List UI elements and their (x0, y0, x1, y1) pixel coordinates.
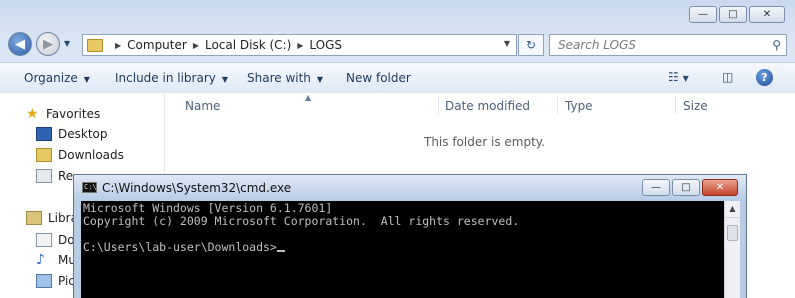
new-folder-label: New folder (346, 71, 411, 85)
chevron-down-icon: ▼ (221, 75, 229, 84)
column-divider[interactable] (675, 96, 676, 114)
refresh-button[interactable]: ↻ (518, 34, 544, 56)
new-folder-button[interactable]: New folder (346, 71, 411, 85)
sidebar-item-downloads[interactable]: Downloads (36, 148, 124, 162)
include-in-library-label: Include in library (115, 71, 216, 85)
share-with-button[interactable]: Share with ▼ (247, 71, 323, 85)
command-bar: Organize ▼ Include in library ▼ Share with… (0, 62, 795, 94)
share-with-label: Share with (247, 71, 311, 85)
downloads-folder-icon (36, 148, 52, 162)
chevron-right-icon[interactable]: ▶ (193, 41, 199, 50)
include-in-library-button[interactable]: Include in library ▼ (115, 71, 228, 85)
desktop-icon (36, 127, 52, 141)
scroll-up-icon[interactable]: ▲ (725, 201, 740, 218)
sidebar-item-recent-places[interactable]: Re (36, 169, 73, 183)
cmd-title: C:\Windows\System32\cmd.exe (102, 181, 292, 195)
chevron-down-icon: ▼ (316, 75, 324, 84)
text-cursor (276, 250, 285, 252)
sidebar-item-documents[interactable]: Do (36, 233, 75, 247)
organize-label: Organize (24, 71, 78, 85)
cmd-close-button[interactable]: ✕ (702, 179, 738, 196)
libraries-icon (26, 211, 42, 225)
music-icon: ♪ (36, 252, 45, 268)
column-divider[interactable] (557, 96, 558, 114)
recent-places-icon (36, 169, 52, 183)
preview-pane-icon[interactable]: ◫ (722, 70, 733, 84)
cmd-minimize-button[interactable]: — (642, 179, 670, 196)
back-button[interactable]: ◀ (8, 32, 32, 56)
change-view-icon[interactable]: ☷ ▼ (668, 70, 689, 84)
chevron-right-icon[interactable]: ▶ (297, 41, 303, 50)
console-prompt: C:\Users\lab-user\Downloads> (83, 240, 277, 254)
sort-caret-icon: ▲ (305, 93, 312, 102)
breadcrumb-logs[interactable]: LOGS (309, 38, 342, 52)
recent-pages-dropdown[interactable]: ▼ (64, 39, 70, 48)
cmd-caption-buttons: — □ ✕ (642, 179, 738, 196)
chevron-down-icon: ▼ (83, 75, 90, 84)
address-bar[interactable]: ▶ Computer ▶ Local Disk (C:) ▶ LOGS ▼ (82, 34, 517, 56)
address-dropdown-icon[interactable]: ▼ (504, 39, 510, 48)
sidebar-item-pictures[interactable]: Pic (36, 274, 75, 288)
console-line: Copyright (c) 2009 Microsoft Corporation… (83, 214, 520, 228)
column-divider[interactable] (438, 96, 439, 114)
explorer-caption-buttons: — □ ✕ (689, 6, 785, 23)
help-icon[interactable]: ? (756, 69, 773, 86)
documents-icon (36, 233, 52, 247)
empty-folder-message: This folder is empty. (424, 135, 545, 149)
console-prompt-line: C:\Users\lab-user\Downloads> (83, 241, 723, 254)
console-output[interactable]: Microsoft Windows [Version 6.1.7601] Copy… (81, 201, 725, 298)
folder-icon (87, 38, 103, 52)
column-header-size[interactable]: Size (683, 99, 708, 113)
console-scrollbar[interactable]: ▲ (724, 201, 740, 298)
search-input[interactable]: Search LOGS ⚲ (549, 34, 787, 56)
search-icon[interactable]: ⚲ (772, 38, 781, 52)
sidebar-item-music[interactable]: ♪ Mu (36, 253, 76, 267)
cmd-maximize-button[interactable]: □ (672, 179, 700, 196)
sidebar-item-label: Downloads (58, 148, 124, 162)
column-header-date-modified[interactable]: Date modified (445, 99, 530, 113)
star-icon: ★ (26, 106, 39, 122)
maximize-button[interactable]: □ (719, 6, 747, 23)
column-header-type[interactable]: Type (565, 99, 593, 113)
sidebar-item-favorites[interactable]: ★ Favorites (6, 107, 100, 121)
cmd-title-bar[interactable]: C:\ C:\Windows\System32\cmd.exe — □ ✕ (74, 175, 746, 201)
breadcrumb-computer[interactable]: Computer (127, 38, 187, 52)
forward-button[interactable]: ▶ (36, 32, 60, 56)
console-icon: C:\ (82, 182, 97, 193)
breadcrumb-local-disk[interactable]: Local Disk (C:) (205, 38, 291, 52)
organize-button[interactable]: Organize ▼ (24, 71, 90, 85)
close-button[interactable]: ✕ (749, 6, 785, 23)
column-header-name[interactable]: Name (185, 99, 220, 113)
sidebar-item-label: Favorites (46, 107, 101, 121)
navigation-row: ◀ ▶ ▼ ▶ Computer ▶ Local Disk (C:) ▶ LOG… (6, 30, 787, 58)
sidebar-item-libraries[interactable]: Libra (26, 211, 78, 225)
minimize-button[interactable]: — (689, 6, 717, 23)
search-placeholder: Search LOGS (558, 38, 636, 52)
sidebar-item-label: Desktop (58, 127, 108, 141)
pictures-icon (36, 274, 52, 288)
scroll-thumb[interactable] (727, 225, 738, 241)
sidebar-item-desktop[interactable]: Desktop (36, 127, 108, 141)
cmd-window[interactable]: C:\ C:\Windows\System32\cmd.exe — □ ✕ Mi… (73, 174, 747, 298)
chevron-right-icon[interactable]: ▶ (115, 41, 121, 50)
sidebar-item-label: Re (58, 169, 74, 183)
